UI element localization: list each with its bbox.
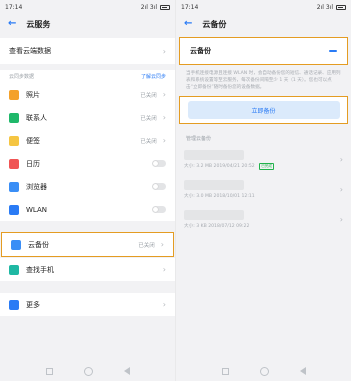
device-name-redacted bbox=[184, 210, 244, 220]
backup-record[interactable]: 大小: 3 KB 2018/07/12 09:22 › bbox=[176, 205, 351, 235]
sync-section-title: 云同步数据 bbox=[9, 74, 35, 80]
cloud-backup-toggle-row[interactable]: 云备份 bbox=[180, 38, 347, 64]
chevron-right-icon: › bbox=[162, 113, 166, 122]
find-phone-icon bbox=[9, 264, 19, 275]
recents-icon[interactable] bbox=[221, 367, 229, 375]
sync-item-row[interactable]: 便签 已关闭 › bbox=[0, 129, 175, 152]
backup-now-button[interactable]: 立即备份 bbox=[187, 101, 340, 119]
sync-item-row[interactable]: 联系人 已关闭 › bbox=[0, 106, 175, 129]
record-meta: 大小: 3 KB 2018/07/12 09:22 bbox=[184, 223, 249, 229]
find-phone-row[interactable]: 查找手机 › bbox=[0, 258, 175, 281]
app-icon bbox=[9, 181, 19, 192]
sync-item-row[interactable]: WLAN bbox=[0, 198, 175, 221]
sync-item-label: 联系人 bbox=[26, 113, 47, 122]
status-time: 17:14 bbox=[5, 3, 23, 11]
app-icon bbox=[9, 89, 19, 100]
sync-item-status: 已关闭 bbox=[140, 138, 157, 145]
page-title: 云服务 bbox=[26, 19, 51, 29]
backup-records: 大小: 3.2 MB 2019/04/21 20:52 已完成 › 大小: 3.… bbox=[176, 145, 351, 235]
app-icon bbox=[9, 135, 19, 146]
sync-item-status: 已关闭 bbox=[140, 115, 157, 122]
cloud-backup-label: 云备份 bbox=[190, 47, 211, 55]
backup-description: 当手机连接电源且连接 WLAN 时，会自动备份您的短信、通话记录、应用列表和系统… bbox=[176, 64, 351, 97]
sync-item-label: 照片 bbox=[26, 90, 40, 99]
sync-item-label: 便签 bbox=[26, 136, 40, 145]
more-icon bbox=[9, 299, 19, 310]
manage-backup-title: 管理云备份 bbox=[186, 135, 212, 142]
more-row[interactable]: 更多 › bbox=[0, 293, 175, 316]
title-bar: ← 云服务 bbox=[0, 14, 175, 34]
status-badge: 已完成 bbox=[259, 163, 274, 170]
view-cloud-data-label: 查看云端数据 bbox=[9, 47, 51, 55]
chevron-right-icon: › bbox=[160, 240, 164, 249]
battery-icon bbox=[160, 4, 170, 10]
sync-item-row[interactable]: 浏览器 bbox=[0, 175, 175, 198]
cloud-backup-switch[interactable] bbox=[329, 50, 337, 52]
record-meta-text: 大小: 3.0 MB 2018/10/01 12:11 bbox=[184, 194, 255, 199]
sync-toggle[interactable] bbox=[152, 160, 166, 167]
back-arrow-icon[interactable]: ← bbox=[8, 19, 16, 29]
record-meta: 大小: 3.2 MB 2019/04/21 20:52 已完成 bbox=[184, 163, 274, 170]
learn-sync-link[interactable]: 了解云同步 bbox=[141, 73, 166, 80]
backup-record[interactable]: 大小: 3.0 MB 2018/10/01 12:11 › bbox=[176, 175, 351, 205]
sync-toggle[interactable] bbox=[152, 183, 166, 190]
status-bar: 17:14 2ıl 3ıl bbox=[0, 0, 175, 14]
cloud-backup-row[interactable]: 云备份 已关闭 › bbox=[2, 233, 173, 256]
record-meta-text: 大小: 3.2 MB 2019/04/21 20:52 bbox=[184, 164, 255, 169]
home-icon[interactable] bbox=[83, 366, 93, 376]
title-bar: ← 云备份 bbox=[176, 14, 351, 34]
backup-record[interactable]: 大小: 3.2 MB 2019/04/21 20:52 已完成 › bbox=[176, 145, 351, 175]
nav-bar bbox=[0, 361, 175, 381]
sync-item-row[interactable]: 照片 已关闭 › bbox=[0, 83, 175, 106]
signal-icon: 2ıl 3ıl bbox=[140, 3, 157, 11]
chevron-right-icon: › bbox=[339, 155, 343, 164]
chevron-right-icon: › bbox=[162, 300, 166, 309]
left-screen: 17:14 2ıl 3ıl ← 云服务 查看云端数据 › 云同步数据 了解云同步… bbox=[0, 0, 175, 381]
back-icon[interactable] bbox=[123, 367, 130, 375]
chevron-right-icon: › bbox=[162, 46, 166, 56]
sync-item-row[interactable]: 日历 bbox=[0, 152, 175, 175]
view-cloud-data-row[interactable]: 查看云端数据 › bbox=[0, 38, 175, 64]
back-arrow-icon[interactable]: ← bbox=[184, 19, 192, 29]
chevron-right-icon: › bbox=[162, 265, 166, 274]
page-title: 云备份 bbox=[202, 19, 227, 29]
home-icon[interactable] bbox=[259, 366, 269, 376]
app-icon bbox=[9, 112, 19, 123]
chevron-right-icon: › bbox=[339, 215, 343, 224]
battery-icon bbox=[336, 4, 346, 10]
device-name-redacted bbox=[184, 180, 244, 190]
cloud-backup-label: 云备份 bbox=[28, 240, 49, 249]
sync-toggle[interactable] bbox=[152, 206, 166, 213]
find-phone-label: 查找手机 bbox=[26, 265, 54, 274]
app-icon bbox=[9, 158, 19, 169]
right-screen: 17:14 2ıl 3ıl ← 云备份 云备份 当手机连接电源且连接 WLAN … bbox=[176, 0, 351, 381]
chevron-right-icon: › bbox=[162, 136, 166, 145]
app-icon bbox=[9, 204, 19, 215]
record-meta: 大小: 3.0 MB 2018/10/01 12:11 bbox=[184, 193, 255, 199]
record-meta-text: 大小: 3 KB 2018/07/12 09:22 bbox=[184, 224, 250, 229]
sync-item-label: 日历 bbox=[26, 159, 40, 168]
more-label: 更多 bbox=[26, 300, 40, 309]
cloud-backup-status: 已关闭 bbox=[138, 242, 155, 249]
chevron-right-icon: › bbox=[162, 90, 166, 99]
sync-list: 照片 已关闭 › 联系人 已关闭 › 便签 已关闭 › 日历 浏览器 WLAN bbox=[0, 83, 175, 221]
chevron-right-icon: › bbox=[339, 185, 343, 194]
back-icon[interactable] bbox=[299, 367, 306, 375]
status-time: 17:14 bbox=[181, 3, 199, 11]
device-name-redacted bbox=[184, 150, 244, 160]
sync-section-header: 云同步数据 了解云同步 bbox=[0, 70, 175, 83]
recents-icon[interactable] bbox=[45, 367, 53, 375]
signal-icon: 2ıl 3ıl bbox=[316, 3, 333, 11]
sync-item-label: WLAN bbox=[26, 205, 48, 214]
cloud-icon bbox=[11, 239, 21, 250]
nav-bar bbox=[176, 361, 351, 381]
sync-item-label: 浏览器 bbox=[26, 182, 47, 191]
sync-item-status: 已关闭 bbox=[140, 92, 157, 99]
status-bar: 17:14 2ıl 3ıl bbox=[176, 0, 351, 14]
